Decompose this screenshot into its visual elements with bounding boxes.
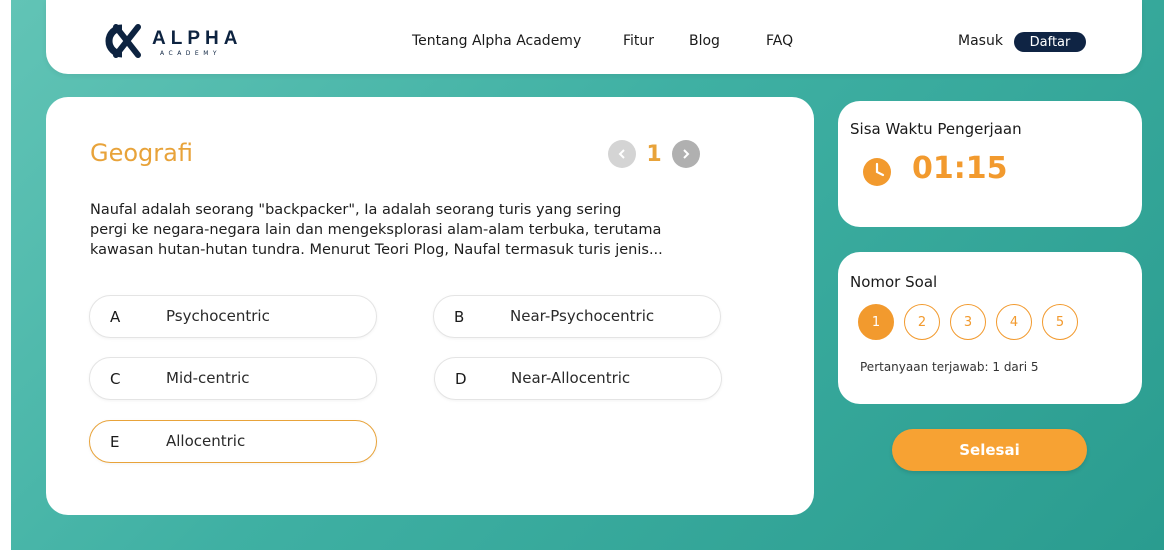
answered-count-text: Pertanyaan terjawab: 1 dari 5 xyxy=(860,360,1039,374)
option-e[interactable]: E Allocentric xyxy=(89,420,377,463)
question-number-1[interactable]: 1 xyxy=(858,304,894,340)
option-letter: B xyxy=(454,308,465,326)
logo-subtitle: ACADEMY xyxy=(160,50,222,57)
chevron-left-icon[interactable] xyxy=(608,140,636,168)
finish-button[interactable]: Selesai xyxy=(892,429,1087,471)
alpha-academy-logo[interactable]: ALPHA ACADEMY xyxy=(92,22,272,62)
register-button[interactable]: Daftar xyxy=(1014,32,1086,52)
option-text: Near-Psychocentric xyxy=(510,307,655,325)
clock-icon xyxy=(863,158,891,186)
subject-title: Geografi xyxy=(90,139,193,167)
option-text: Psychocentric xyxy=(166,307,270,325)
question-number-2[interactable]: 2 xyxy=(904,304,940,340)
option-letter: C xyxy=(110,370,121,388)
option-letter: A xyxy=(110,308,121,326)
question-number-4[interactable]: 4 xyxy=(996,304,1032,340)
timer-value: 01:15 xyxy=(912,151,1008,186)
question-number-card: Nomor Soal 1 2 3 4 5 Pertanyaan terjawab… xyxy=(838,252,1142,404)
question-number-label: Nomor Soal xyxy=(850,273,938,291)
question-line: pergi ke negara-negara lain dan mengeksp… xyxy=(90,222,662,238)
page-frame-edge xyxy=(0,0,11,550)
question-line: Naufal adalah seorang "backpacker", Ia a… xyxy=(90,202,622,218)
nav-link-features[interactable]: Fitur xyxy=(623,33,654,49)
question-number-5[interactable]: 5 xyxy=(1042,304,1078,340)
timer-card: Sisa Waktu Pengerjaan 01:15 xyxy=(838,101,1142,227)
question-number-list: 1 2 3 4 5 xyxy=(858,304,1078,340)
nav-link-faq[interactable]: FAQ xyxy=(766,33,793,49)
question-number-3[interactable]: 3 xyxy=(950,304,986,340)
option-text: Near-Allocentric xyxy=(511,369,631,387)
option-a[interactable]: A Psychocentric xyxy=(89,295,377,338)
option-c[interactable]: C Mid-centric xyxy=(89,357,377,400)
question-pager: 1 xyxy=(608,139,700,169)
option-b[interactable]: B Near-Psychocentric xyxy=(433,295,721,338)
option-text: Mid-centric xyxy=(166,369,250,387)
current-question-number: 1 xyxy=(646,141,662,167)
question-line: kawasan hutan-hutan tundra. Menurut Teor… xyxy=(90,242,663,258)
nav-link-about[interactable]: Tentang Alpha Academy xyxy=(412,33,581,49)
option-letter: D xyxy=(455,370,467,388)
option-d[interactable]: D Near-Allocentric xyxy=(434,357,722,400)
logo-wordmark: ALPHA xyxy=(152,28,243,49)
timer-label: Sisa Waktu Pengerjaan xyxy=(850,120,1022,138)
top-navbar: ALPHA ACADEMY Tentang Alpha Academy Fitu… xyxy=(46,0,1142,74)
option-letter: E xyxy=(110,433,120,451)
alpha-logo-icon xyxy=(105,24,141,58)
login-link[interactable]: Masuk xyxy=(958,33,1003,49)
option-text: Allocentric xyxy=(166,432,246,450)
nav-link-blog[interactable]: Blog xyxy=(689,33,720,49)
chevron-right-icon[interactable] xyxy=(672,140,700,168)
question-text: Naufal adalah seorang "backpacker", Ia a… xyxy=(90,200,750,260)
question-card: Geografi 1 Naufal adalah seorang "backpa… xyxy=(46,97,814,515)
